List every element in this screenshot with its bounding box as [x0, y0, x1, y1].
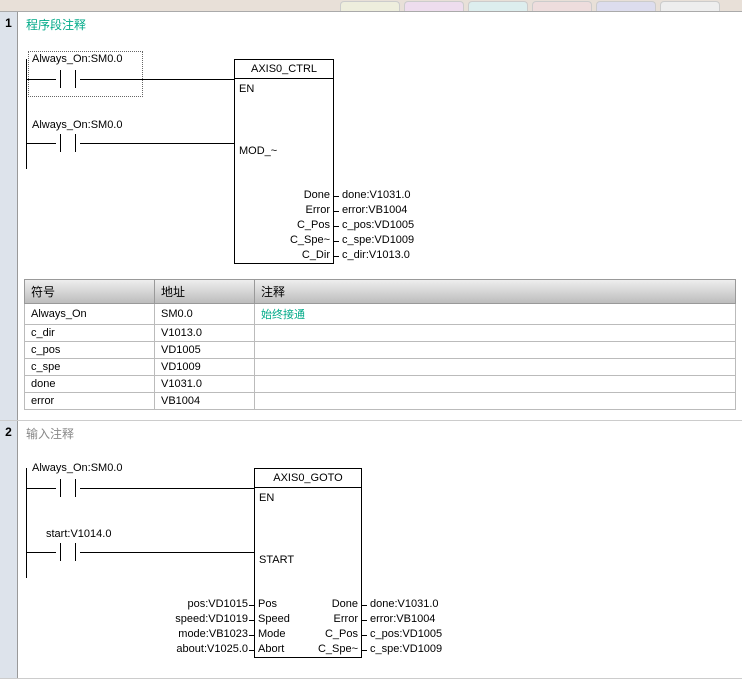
contact-no[interactable] [56, 134, 80, 152]
block-pin: C_Pos [284, 219, 330, 231]
table-header-row: 符号 地址 注释 [25, 280, 736, 304]
contact-no[interactable] [56, 543, 80, 561]
pin-binding: error:VB1004 [370, 613, 435, 625]
cell-symbol: done [25, 376, 155, 393]
network-2: 2 输入注释 Always_On:SM0.0 start:V1014.0 AXI… [0, 421, 742, 679]
network-title[interactable]: 输入注释 [24, 423, 736, 448]
cell-address: VB1004 [155, 393, 255, 410]
table-row[interactable]: doneV1031.0 [25, 376, 736, 393]
pin-binding: c_pos:VD1005 [342, 219, 414, 231]
pin-binding: error:VB1004 [342, 204, 407, 216]
block-pin: C_Dir [284, 249, 330, 261]
cell-address: VD1009 [155, 359, 255, 376]
block-pin: C_Spe~ [312, 643, 358, 655]
network-number: 1 [0, 12, 18, 420]
cell-address: VD1005 [155, 342, 255, 359]
table-row[interactable]: Always_OnSM0.0始终接通 [25, 304, 736, 325]
block-pin: Speed [258, 613, 290, 625]
block-pin: EN [259, 492, 274, 504]
network-title[interactable]: 程序段注释 [24, 14, 736, 39]
cell-address: V1013.0 [155, 325, 255, 342]
selection-box[interactable] [28, 51, 143, 97]
col-symbol: 符号 [25, 280, 155, 304]
network-number: 2 [0, 421, 18, 678]
pin-binding: mode:VB1023 [164, 628, 248, 640]
contact-label: Always_On:SM0.0 [32, 462, 122, 474]
block-pin: Pos [258, 598, 277, 610]
cell-symbol: Always_On [25, 304, 155, 325]
contact-label: Always_On:SM0.0 [32, 119, 122, 131]
pin-binding: c_spe:VD1009 [370, 643, 442, 655]
cell-comment [255, 359, 736, 376]
table-row[interactable]: c_speVD1009 [25, 359, 736, 376]
cell-comment [255, 393, 736, 410]
cell-comment [255, 342, 736, 359]
table-row[interactable]: c_posVD1005 [25, 342, 736, 359]
contact-no[interactable] [56, 70, 80, 88]
block-pin: MOD_~ [239, 145, 277, 157]
tab-strip-partial [0, 0, 742, 12]
cell-address: SM0.0 [155, 304, 255, 325]
cell-comment [255, 376, 736, 393]
cell-symbol: c_dir [25, 325, 155, 342]
block-pin: C_Spe~ [284, 234, 330, 246]
block-pin: Mode [258, 628, 286, 640]
pin-binding: c_pos:VD1005 [370, 628, 442, 640]
cell-address: V1031.0 [155, 376, 255, 393]
block-pin: C_Pos [312, 628, 358, 640]
ladder-diagram-1: Always_On:SM0.0 Always_On:SM0.0 AXIS0_CT… [24, 39, 736, 269]
contact-no[interactable] [56, 479, 80, 497]
pin-binding: done:V1031.0 [370, 598, 439, 610]
table-row[interactable]: c_dirV1013.0 [25, 325, 736, 342]
table-row[interactable]: errorVB1004 [25, 393, 736, 410]
block-title: AXIS0_GOTO [255, 469, 361, 488]
pin-binding: done:V1031.0 [342, 189, 411, 201]
ladder-diagram-2: Always_On:SM0.0 start:V1014.0 AXIS0_GOTO… [24, 448, 736, 668]
pin-binding: about:V1025.0 [164, 643, 248, 655]
col-address: 地址 [155, 280, 255, 304]
symbol-table: 符号 地址 注释 Always_OnSM0.0始终接通c_dirV1013.0c… [24, 279, 736, 410]
cell-symbol: c_pos [25, 342, 155, 359]
block-pin: Done [312, 598, 358, 610]
cell-symbol: c_spe [25, 359, 155, 376]
cell-comment [255, 325, 736, 342]
pin-binding: c_spe:VD1009 [342, 234, 414, 246]
block-pin: Done [284, 189, 330, 201]
pin-binding: speed:VD1019 [164, 613, 248, 625]
block-pin: Error [312, 613, 358, 625]
block-pin: EN [239, 83, 254, 95]
block-pin: START [259, 554, 294, 566]
col-comment: 注释 [255, 280, 736, 304]
network-1: 1 程序段注释 Always_On:SM0.0 Always_On:SM0.0 … [0, 12, 742, 421]
block-title: AXIS0_CTRL [235, 60, 333, 79]
block-pin: Abort [258, 643, 284, 655]
cell-symbol: error [25, 393, 155, 410]
cell-comment: 始终接通 [255, 304, 736, 325]
pin-binding: pos:VD1015 [164, 598, 248, 610]
block-pin: Error [284, 204, 330, 216]
contact-label: start:V1014.0 [46, 528, 111, 540]
pin-binding: c_dir:V1013.0 [342, 249, 410, 261]
